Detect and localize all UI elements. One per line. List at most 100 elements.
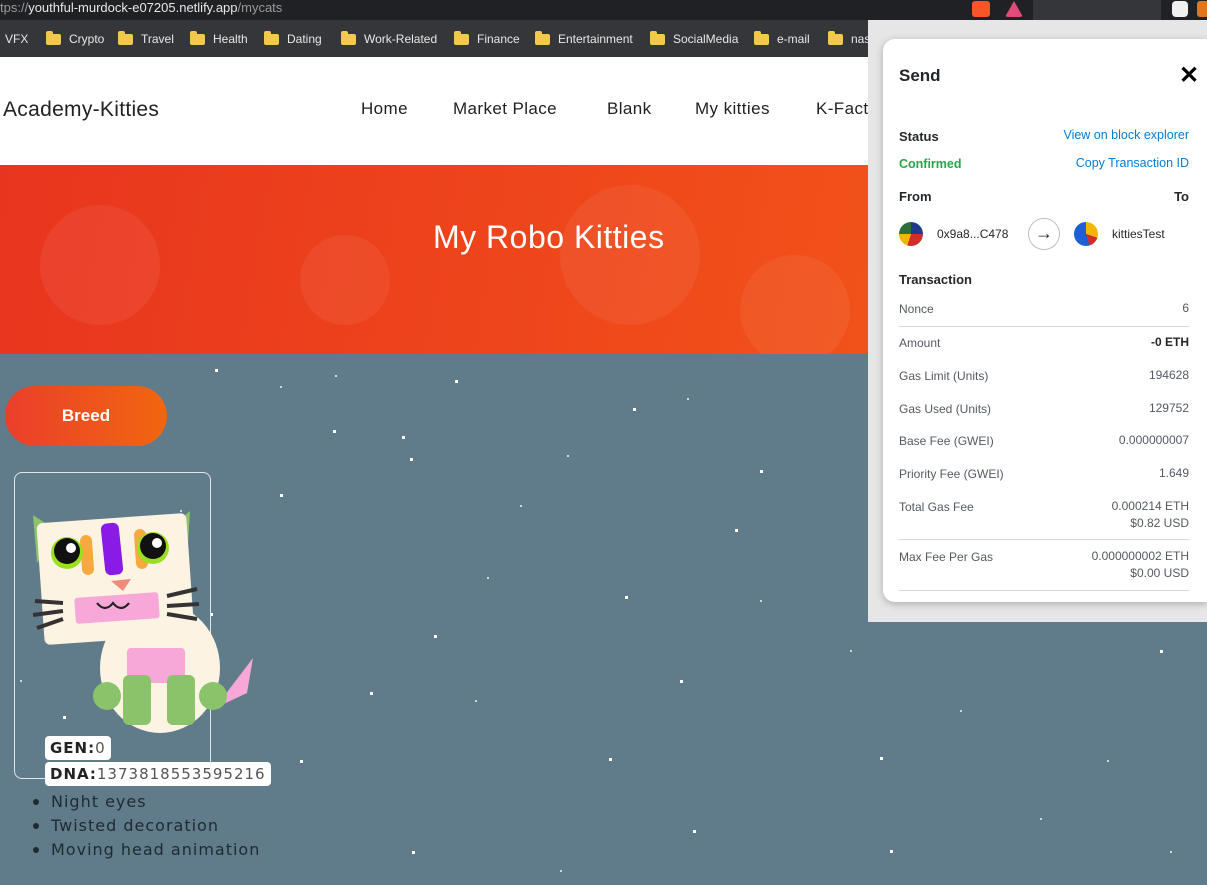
bookmark-travel[interactable]: Travel (118, 30, 174, 48)
star-dot (455, 380, 458, 383)
star-dot (567, 455, 569, 457)
cat-whisker (167, 604, 199, 606)
to-avatar-icon (1074, 222, 1098, 246)
url-text[interactable]: tps://youthful-murdock-e07205.netlify.ap… (0, 0, 282, 20)
to-label: To (1174, 189, 1189, 204)
star-dot (335, 375, 337, 377)
breed-button[interactable]: Breed (5, 386, 167, 446)
close-icon[interactable]: ✕ (1179, 61, 1199, 90)
star-dot (609, 758, 612, 761)
brave-shield-icon[interactable] (972, 1, 990, 17)
divider (899, 539, 1189, 540)
star-dot (300, 760, 303, 763)
star-dot (880, 757, 883, 760)
star-dot (760, 470, 763, 473)
priority-fee-value: 1.649 (1159, 465, 1189, 482)
star-dot (1040, 818, 1042, 820)
nav-blank[interactable]: Blank (607, 99, 652, 119)
cat-attributes-list: Night eyes Twisted decoration Moving hea… (33, 790, 260, 862)
star-dot (560, 870, 562, 872)
ghost-extension-icon[interactable] (1172, 1, 1188, 17)
cat-whisker (35, 601, 63, 603)
gen-badge: GEN:0 (45, 736, 111, 760)
star-dot (760, 600, 762, 602)
base-fee-value: 0.000000007 (1119, 432, 1189, 449)
cat-eye-highlight (152, 538, 162, 548)
folder-icon (190, 34, 205, 45)
bookmark-entertainment[interactable]: Entertainment (535, 30, 633, 48)
gas-limit-label: Gas Limit (Units) (899, 369, 988, 383)
divider (899, 326, 1189, 327)
star-dot (475, 700, 477, 702)
arrow-right-icon: → (1028, 218, 1060, 250)
total-gas-fee-eth: 0.000214 ETH (1112, 498, 1189, 515)
nav-home[interactable]: Home (361, 99, 408, 119)
star-dot (1107, 760, 1109, 762)
star-dot (735, 529, 738, 532)
bookmark-email[interactable]: e-mail (754, 30, 810, 48)
max-fee-eth: 0.000000002 ETH (1092, 548, 1189, 565)
star-dot (280, 386, 282, 388)
bookmark-work-related[interactable]: Work-Related (341, 30, 437, 48)
star-dot (215, 369, 218, 372)
nav-market-place[interactable]: Market Place (453, 99, 557, 119)
star-dot (633, 408, 636, 411)
bookmark-health[interactable]: Health (190, 30, 248, 48)
folder-icon (454, 34, 469, 45)
bookmark-vfx[interactable]: VFX (5, 30, 28, 48)
folder-icon (535, 34, 550, 45)
cat-back-paw (199, 682, 227, 710)
max-fee-usd: $0.00 USD (1130, 565, 1189, 582)
star-dot (333, 430, 336, 433)
star-dot (410, 458, 413, 461)
cat-card[interactable] (14, 472, 211, 779)
brave-rewards-icon[interactable] (1005, 1, 1023, 17)
view-explorer-link[interactable]: View on block explorer (1063, 128, 1189, 142)
folder-icon (754, 34, 769, 45)
dna-badge: DNA:1373818553595216 (45, 762, 271, 786)
bookmark-socialmedia[interactable]: SocialMedia (650, 30, 738, 48)
total-gas-fee-usd: $0.82 USD (1130, 515, 1189, 532)
gas-used-label: Gas Used (Units) (899, 402, 991, 416)
cat-illustration (15, 493, 275, 753)
transaction-label: Transaction (899, 272, 972, 287)
from-label: From (899, 189, 932, 204)
priority-fee-label: Priority Fee (GWEI) (899, 467, 1004, 481)
star-dot (280, 494, 283, 497)
from-address[interactable]: 0x9a8...C478 (937, 227, 1008, 241)
star-dot (487, 577, 489, 579)
star-dot (693, 830, 696, 833)
folder-icon (650, 34, 665, 45)
divider (899, 590, 1189, 591)
bookmark-finance[interactable]: Finance (454, 30, 520, 48)
folder-icon (264, 34, 279, 45)
bookmark-crypto[interactable]: Crypto (46, 30, 104, 48)
folder-icon (341, 34, 356, 45)
cat-front-paw (123, 675, 151, 725)
star-dot (1160, 650, 1163, 653)
browser-address-bar[interactable]: tps://youthful-murdock-e07205.netlify.ap… (0, 0, 1207, 20)
star-dot (370, 692, 373, 695)
star-dot (680, 680, 683, 683)
bookmark-nas[interactable]: nas (828, 30, 870, 48)
metamask-fox-icon[interactable] (1197, 1, 1207, 17)
copy-transaction-link[interactable]: Copy Transaction ID (1076, 156, 1189, 170)
nav-k-fact[interactable]: K-Fact (816, 99, 868, 119)
star-dot (960, 710, 962, 712)
cat-eye-highlight (66, 543, 76, 553)
page-title: My Robo Kitties (433, 219, 665, 256)
metamask-transaction-panel: Send ✕ Status View on block explorer Con… (883, 39, 1207, 602)
amount-value: -0 ETH (1151, 334, 1189, 351)
hero-decoration (40, 205, 160, 325)
bookmark-dating[interactable]: Dating (264, 30, 322, 48)
star-dot (687, 398, 689, 400)
to-address[interactable]: kittiesTest (1112, 227, 1165, 241)
nonce-value: 6 (1182, 300, 1189, 317)
max-fee-label: Max Fee Per Gas (899, 550, 993, 564)
list-item: Twisted decoration (33, 814, 260, 838)
cat-back-paw (93, 682, 121, 710)
nav-my-kitties[interactable]: My kitties (695, 99, 770, 119)
extensions-area (1033, 0, 1161, 20)
brand-logo-text[interactable]: Academy-Kitties (3, 98, 159, 122)
star-dot (520, 505, 522, 507)
